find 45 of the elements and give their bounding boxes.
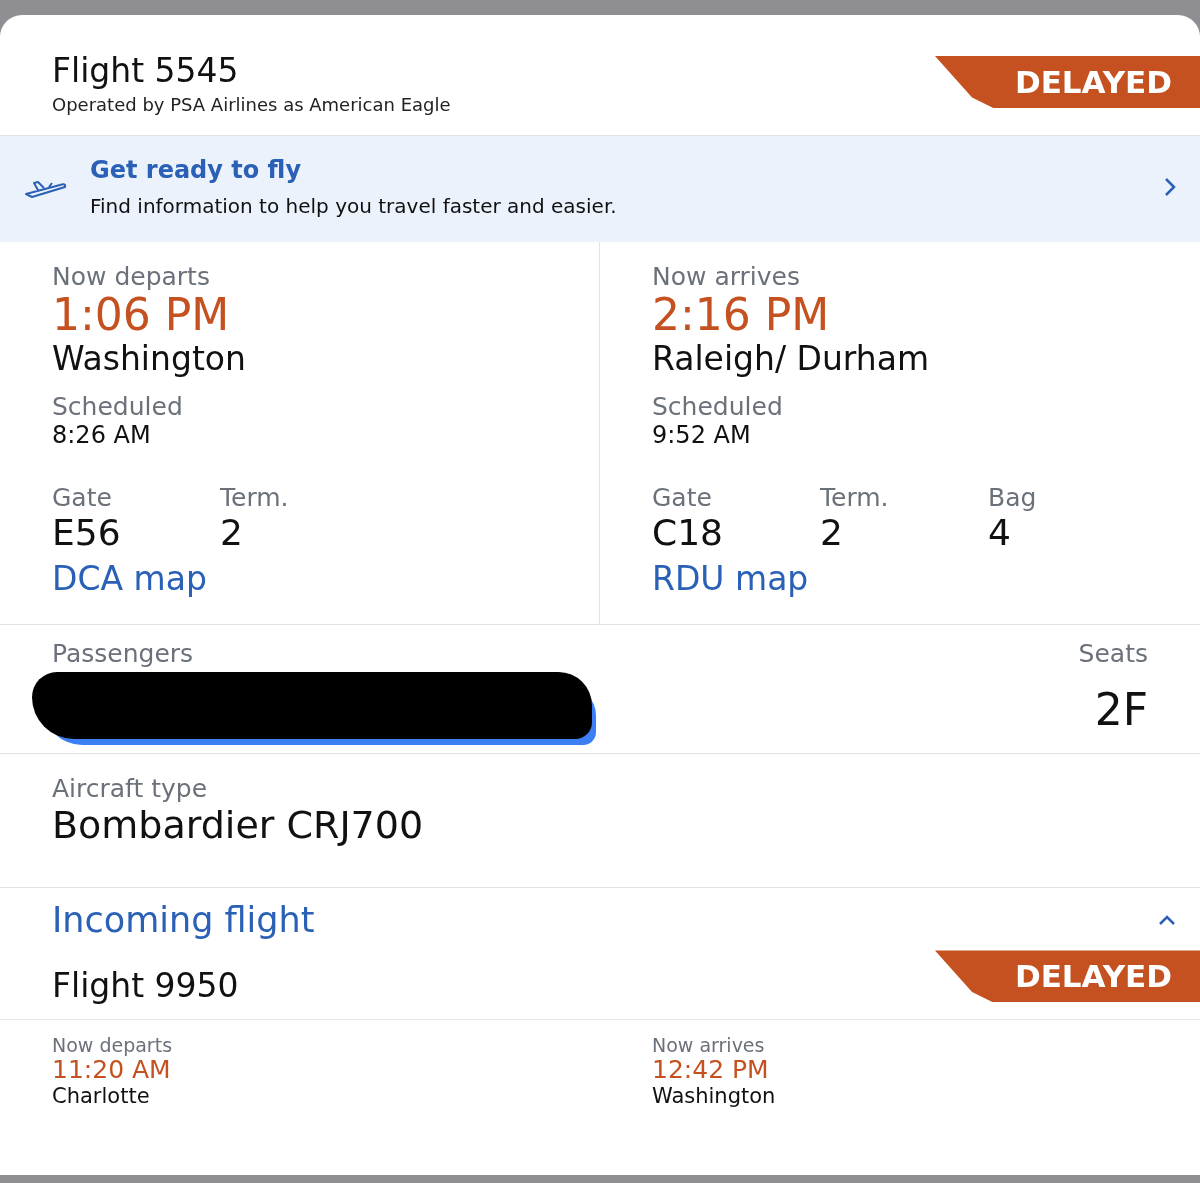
scheduled-label: Scheduled <box>652 392 784 422</box>
time-label: Now arrives <box>652 262 801 291</box>
fact-label: Term. <box>820 483 889 513</box>
time-label: Now departs <box>52 1034 174 1057</box>
collapse-toggle[interactable] <box>1158 914 1176 927</box>
fact-label: Gate <box>52 483 112 513</box>
time-label: Now arrives <box>652 1034 766 1057</box>
city-name: Washington <box>652 1083 777 1108</box>
status-badge: DELAYED <box>934 56 1200 108</box>
map-link[interactable]: DCA map <box>52 559 207 599</box>
section-title: Incoming flight <box>52 900 315 941</box>
fact-label: Bag <box>988 483 1037 513</box>
departure-time: 12:42 PM <box>652 1056 770 1084</box>
passengers-label: Passengers <box>52 639 195 669</box>
chevron-right-icon <box>1164 177 1176 197</box>
departure-time: 1:06 PM <box>52 291 231 340</box>
time-label: Now departs <box>52 262 211 291</box>
fact-value: C18 <box>652 512 723 554</box>
flight-title: Flight 9950 <box>52 966 239 1006</box>
fact-label: Term. <box>220 483 289 513</box>
seats-label: Seats <box>1078 639 1148 669</box>
fact-value: 4 <box>988 512 1011 554</box>
map-link[interactable]: RDU map <box>652 559 809 599</box>
banner-text: Find information to help you travel faster and easier. <box>90 194 618 218</box>
seat-number: 2F <box>1094 684 1148 736</box>
fact-value: E56 <box>52 512 121 554</box>
fact-value: 2 <box>220 512 243 554</box>
chevron-up-icon <box>1158 914 1176 927</box>
flight-title: Flight 5545 <box>52 51 240 90</box>
aircraft-type: Bombardier CRJ700 <box>52 803 425 848</box>
city-name: Washington <box>52 339 247 379</box>
aircraft-label: Aircraft type <box>52 774 209 804</box>
city-name: Raleigh/ Durham <box>652 339 931 379</box>
banner-title: Get ready to fly <box>90 156 303 184</box>
operator-text: Operated by PSA Airlines as American Eagle <box>52 94 451 115</box>
status-badge: DELAYED <box>934 950 1200 1003</box>
scheduled-label: Scheduled <box>52 392 184 422</box>
scheduled-time: 9:52 AM <box>652 421 752 450</box>
departure-time: 2:16 PM <box>652 291 831 340</box>
scheduled-time: 8:26 AM <box>52 421 152 450</box>
departure-time: 11:20 AM <box>52 1056 171 1084</box>
ready-banner[interactable]: Get ready to fly Find information to help you travel faster and easier. <box>0 136 1200 242</box>
city-name: Charlotte <box>52 1083 151 1108</box>
fact-value: 2 <box>820 512 843 554</box>
fact-label: Gate <box>652 483 712 513</box>
